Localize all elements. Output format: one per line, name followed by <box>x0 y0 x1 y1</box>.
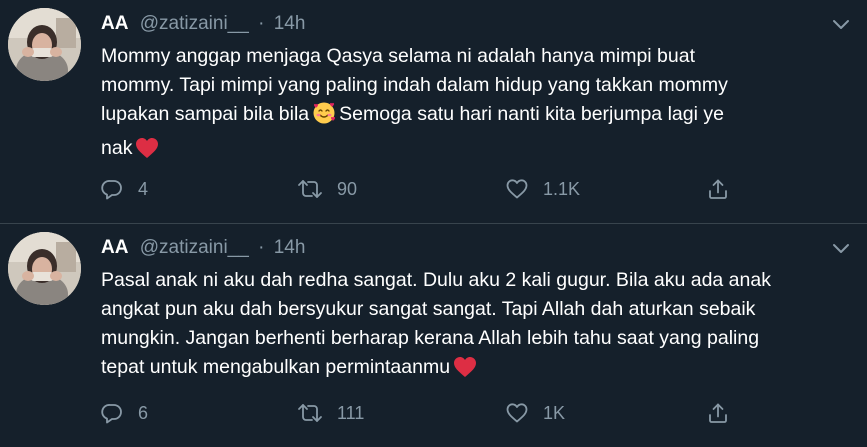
like-icon[interactable] <box>505 401 529 425</box>
share-button[interactable] <box>706 175 730 203</box>
tweet-text-line: angkat pun aku dah bersyukur sangat sang… <box>101 298 756 320</box>
tweet-header: AA @zatizaini__ · 14h <box>101 12 305 36</box>
reply-icon[interactable] <box>100 177 124 201</box>
tweet-text-line: mungkin. Jangan berhenti berharap kerana… <box>101 327 760 349</box>
reply-icon[interactable] <box>100 401 124 425</box>
like-count: 1K <box>543 402 566 423</box>
tweet-text-line: tepat untuk mengabulkan permintaanmu <box>101 353 861 387</box>
retweet-icon[interactable] <box>297 177 323 201</box>
retweet-count: 90 <box>337 178 358 199</box>
tweet-text-line: mommy. Tapi mimpi yang paling indah dala… <box>101 74 728 96</box>
like-button[interactable]: 1K <box>505 399 565 427</box>
avatar[interactable] <box>8 232 81 305</box>
timestamp[interactable]: 14h <box>274 237 306 258</box>
user-handle[interactable]: @zatizaini__ <box>140 13 249 34</box>
avatar[interactable] <box>8 8 81 81</box>
retweet-button[interactable]: 111 <box>297 399 364 427</box>
reply-button[interactable]: 6 <box>100 399 148 427</box>
red-heart-emoji <box>135 137 159 168</box>
share-button[interactable] <box>706 399 730 427</box>
chevron-down-icon[interactable] <box>829 12 853 36</box>
smiling-face-with-hearts-emoji <box>312 101 336 134</box>
display-name[interactable]: AA <box>101 13 128 34</box>
tweet-text-line: Pasal anak ni aku dah redha sangat. Dulu… <box>101 269 771 291</box>
reply-count: 4 <box>138 178 149 199</box>
tweet-actions: 6 111 1K <box>100 399 740 427</box>
share-icon[interactable] <box>706 401 730 425</box>
like-count: 1.1K <box>543 178 581 199</box>
share-icon[interactable] <box>706 177 730 201</box>
display-name[interactable]: AA <box>101 237 128 258</box>
chevron-down-icon[interactable] <box>829 236 853 260</box>
tweet[interactable]: AA @zatizaini__ · 14h Mommy anggap menja… <box>0 0 867 224</box>
user-handle[interactable]: @zatizaini__ <box>140 237 249 258</box>
like-button[interactable]: 1.1K <box>505 175 580 203</box>
tweet-text-line: lupakan sampai bila bila Semoga satu hari… <box>101 100 861 134</box>
timestamp[interactable]: 14h <box>274 13 306 34</box>
retweet-icon[interactable] <box>297 401 323 425</box>
red-heart-emoji <box>453 356 477 387</box>
retweet-count: 111 <box>337 402 365 423</box>
tweet[interactable]: AA @zatizaini__ · 14h Pasal anak ni aku … <box>0 224 867 447</box>
reply-button[interactable]: 4 <box>100 175 148 203</box>
reply-count: 6 <box>138 402 149 423</box>
separator-dot: · <box>258 237 265 258</box>
separator-dot: · <box>258 13 265 34</box>
tweet-text: Pasal anak ni aku dah redha sangat. Dulu… <box>101 266 861 387</box>
retweet-button[interactable]: 90 <box>297 175 357 203</box>
tweet-text-segment: lupakan sampai bila bila <box>101 103 310 125</box>
tweet-text-segment: tepat untuk mengabulkan permintaanmu <box>101 356 451 378</box>
tweet-feed: AA @zatizaini__ · 14h Mommy anggap menja… <box>0 0 867 447</box>
like-icon[interactable] <box>505 177 529 201</box>
tweet-text-line: nak <box>101 134 861 168</box>
tweet-text-segment: Semoga satu hari nanti kita berjumpa lag… <box>339 103 724 125</box>
tweet-actions: 4 90 1.1K <box>100 175 740 203</box>
tweet-text: Mommy anggap menjaga Qasya selama ni ada… <box>101 42 861 168</box>
tweet-text-segment: nak <box>101 137 133 159</box>
tweet-text-line: Mommy anggap menjaga Qasya selama ni ada… <box>101 45 695 67</box>
tweet-header: AA @zatizaini__ · 14h <box>101 236 305 260</box>
